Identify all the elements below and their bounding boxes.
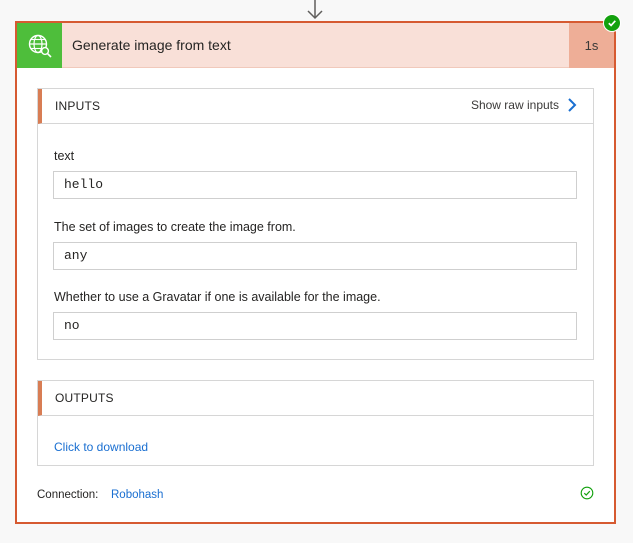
chevron-right-icon	[568, 98, 577, 112]
field-label-gravatar: Whether to use a Gravatar if one is avai…	[54, 290, 381, 304]
inputs-section: INPUTS Show raw inputs text hello The se…	[37, 88, 594, 360]
show-raw-inputs-link[interactable]: Show raw inputs	[471, 97, 577, 113]
field-label-image-set: The set of images to create the image fr…	[54, 220, 296, 234]
connection-label: Connection:	[37, 489, 99, 501]
inputs-title: INPUTS	[55, 99, 101, 113]
field-value-image-set: any	[53, 242, 577, 270]
show-raw-inputs-label: Show raw inputs	[470, 98, 559, 112]
action-header[interactable]: Generate image from text 1s	[17, 23, 614, 68]
field-value-text: hello	[53, 171, 577, 199]
connection-value[interactable]: Robohash	[111, 489, 163, 501]
outputs-header: OUTPUTS	[38, 381, 593, 416]
field-value-gravatar: no	[53, 312, 577, 340]
field-label-text: text	[54, 149, 75, 163]
inputs-header: INPUTS Show raw inputs	[38, 89, 593, 124]
globe-search-icon	[17, 23, 62, 68]
outputs-section: OUTPUTS Click to download	[37, 380, 594, 466]
action-card: Generate image from text 1s INPUTS Show …	[15, 21, 616, 524]
arrow-down-icon	[307, 0, 323, 20]
check-circle-icon	[580, 486, 594, 500]
download-link[interactable]: Click to download	[54, 440, 148, 454]
outputs-title: OUTPUTS	[55, 391, 114, 405]
action-title: Generate image from text	[72, 37, 231, 53]
check-icon	[603, 14, 621, 32]
